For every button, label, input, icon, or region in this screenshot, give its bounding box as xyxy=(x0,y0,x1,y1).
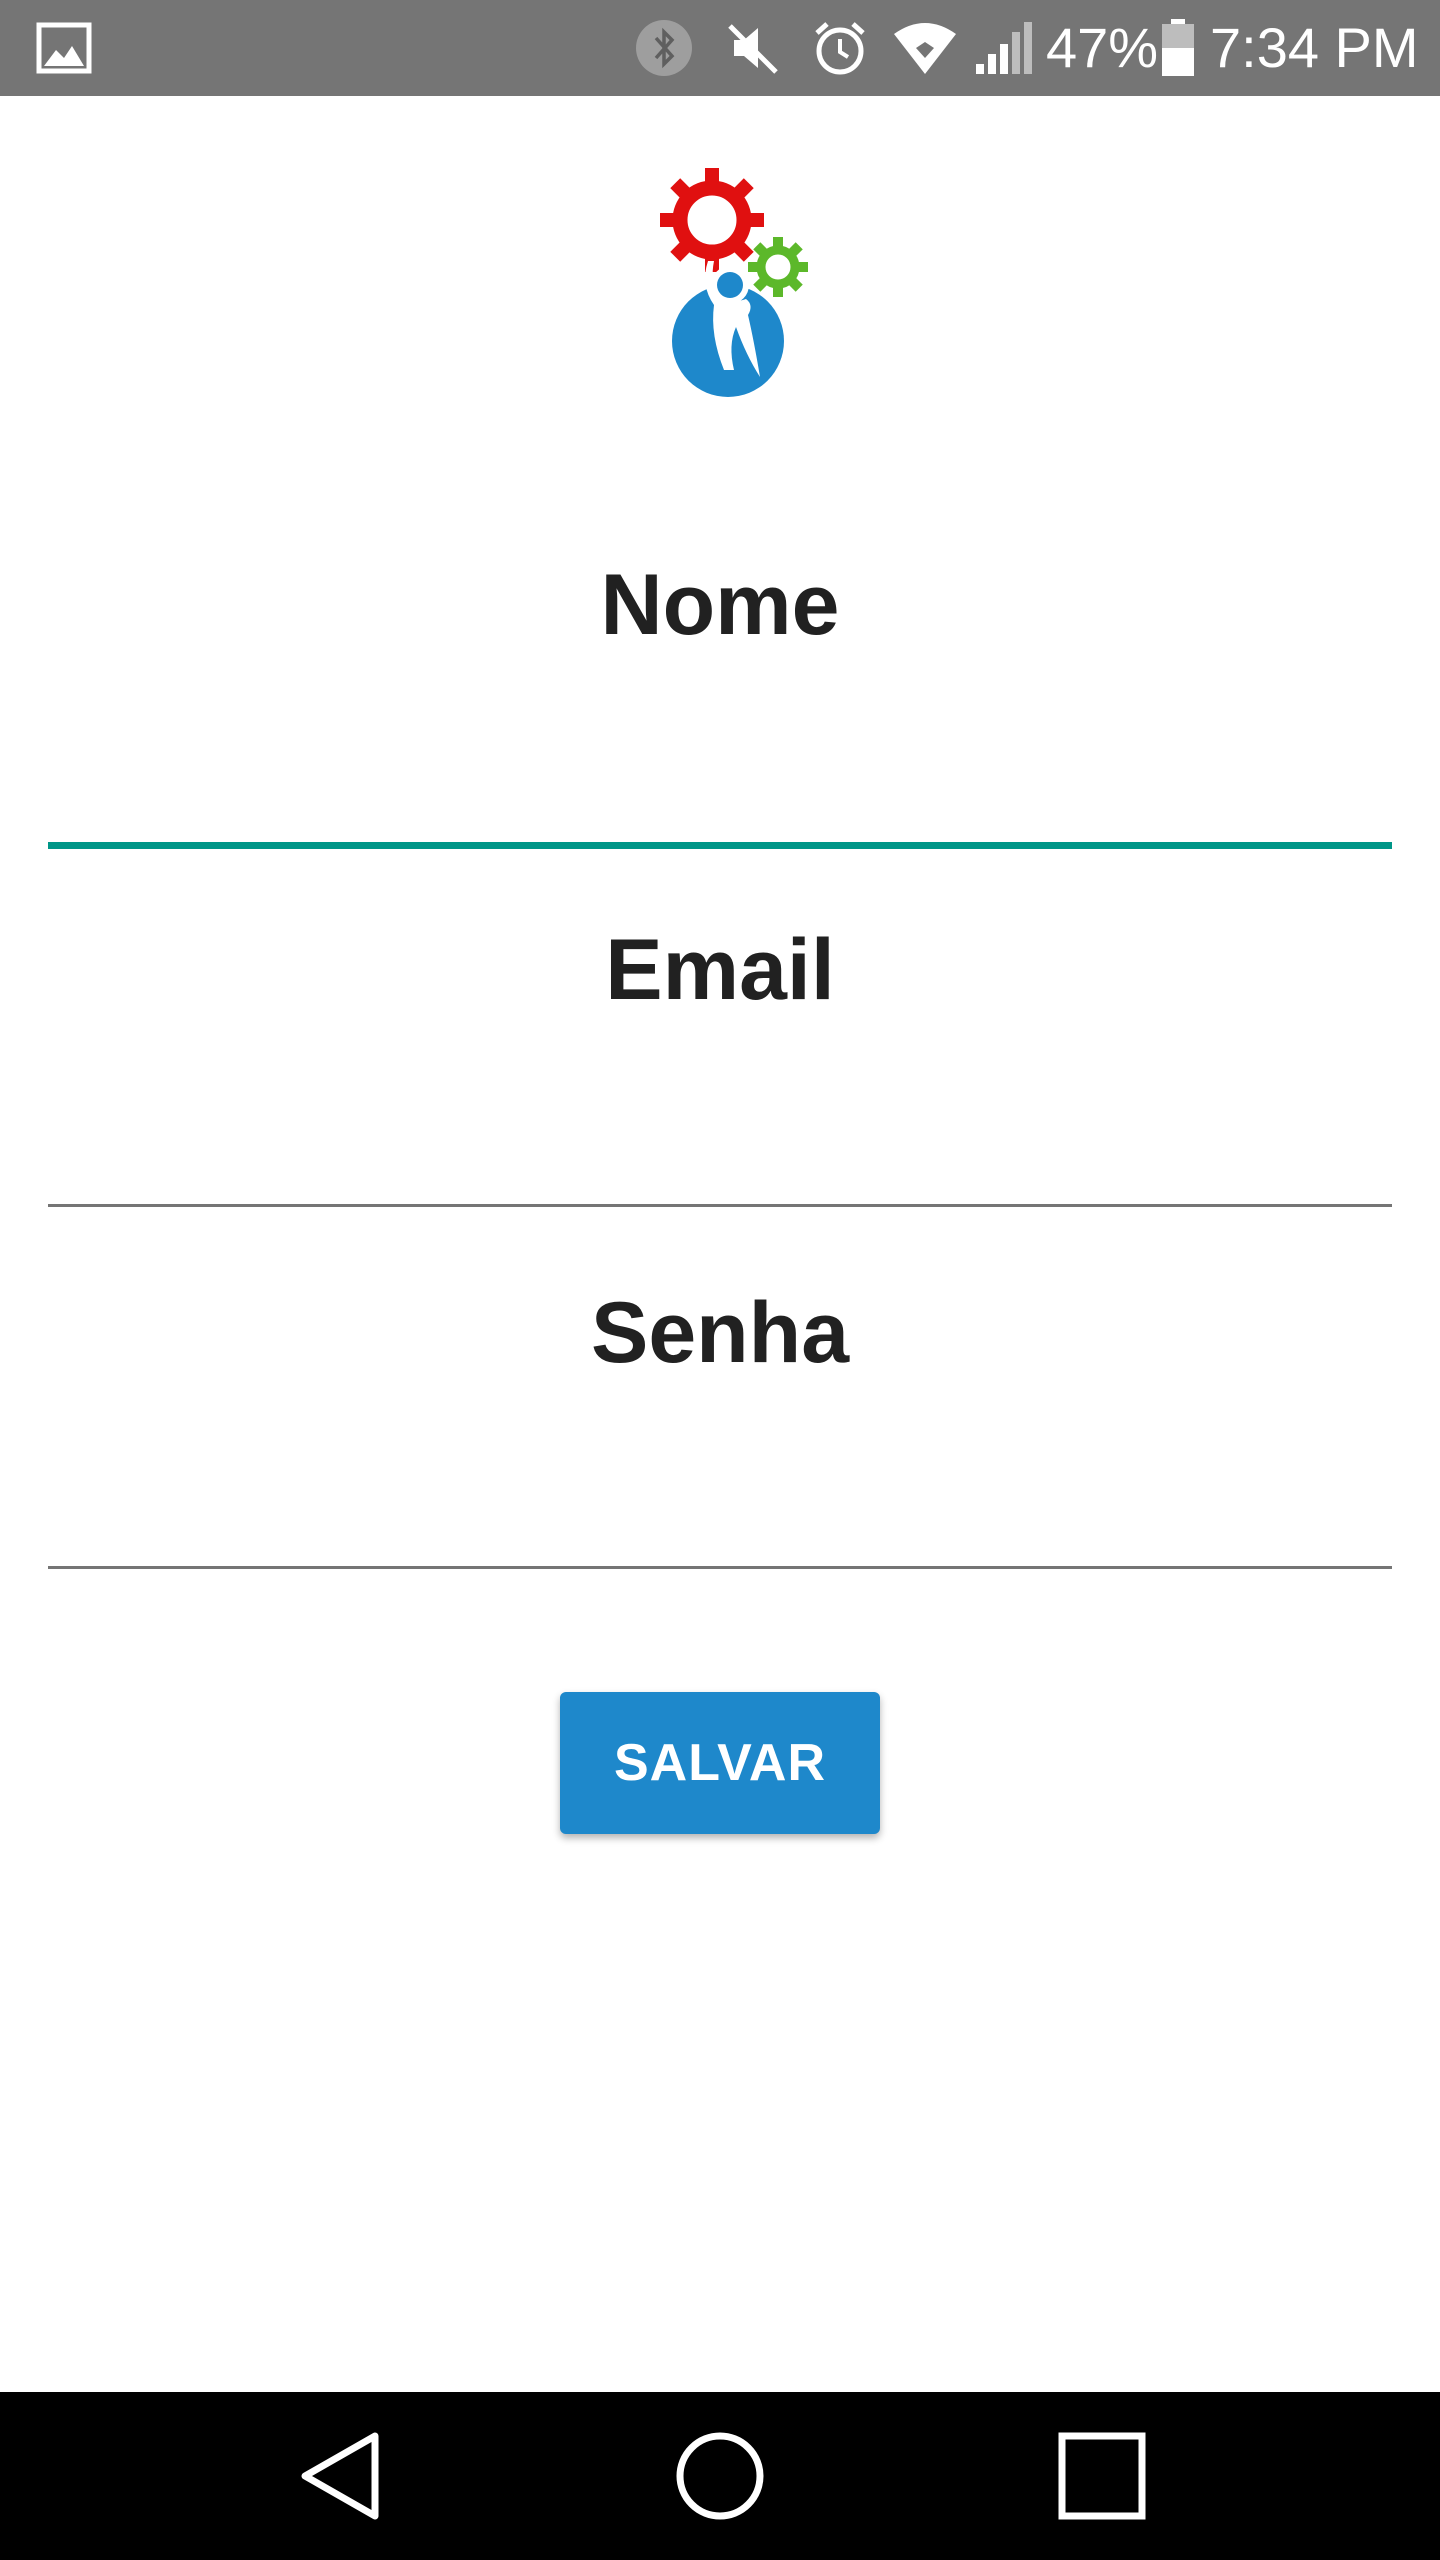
nome-underline xyxy=(48,842,1392,849)
senha-underline xyxy=(48,1566,1392,1569)
status-time: 7:34 PM xyxy=(1210,16,1419,79)
app-logo xyxy=(650,165,820,405)
navigation-bar xyxy=(0,2392,1440,2560)
email-label: Email xyxy=(605,922,835,1018)
alarm-icon xyxy=(808,0,872,96)
battery-percent: 47% xyxy=(1046,16,1159,79)
signal-icon xyxy=(972,0,1036,96)
home-button[interactable] xyxy=(670,2426,770,2526)
mute-icon xyxy=(722,0,786,96)
save-button[interactable]: SALVAR xyxy=(560,1692,880,1834)
senha-label: Senha xyxy=(590,1285,850,1381)
battery-icon xyxy=(1158,0,1198,96)
recents-button[interactable] xyxy=(1052,2426,1152,2526)
gallery-notification-icon xyxy=(34,0,94,96)
home-icon xyxy=(676,2432,764,2520)
nome-label: Nome xyxy=(600,557,840,653)
back-icon xyxy=(301,2432,379,2520)
email-underline xyxy=(48,1204,1392,1207)
nome-input[interactable] xyxy=(48,755,1392,835)
recents-icon xyxy=(1058,2432,1146,2520)
bluetooth-icon xyxy=(632,0,696,96)
senha-input[interactable] xyxy=(48,1480,1392,1560)
back-button[interactable] xyxy=(290,2426,390,2526)
status-bar: 47% 7:34 PM xyxy=(0,0,1440,96)
email-input[interactable] xyxy=(48,1118,1392,1198)
app-screen: 47% 7:34 PM Nome Email Senha SALVAR xyxy=(0,0,1440,2560)
wifi-icon xyxy=(890,0,960,96)
gears-person-logo-icon xyxy=(660,168,808,397)
